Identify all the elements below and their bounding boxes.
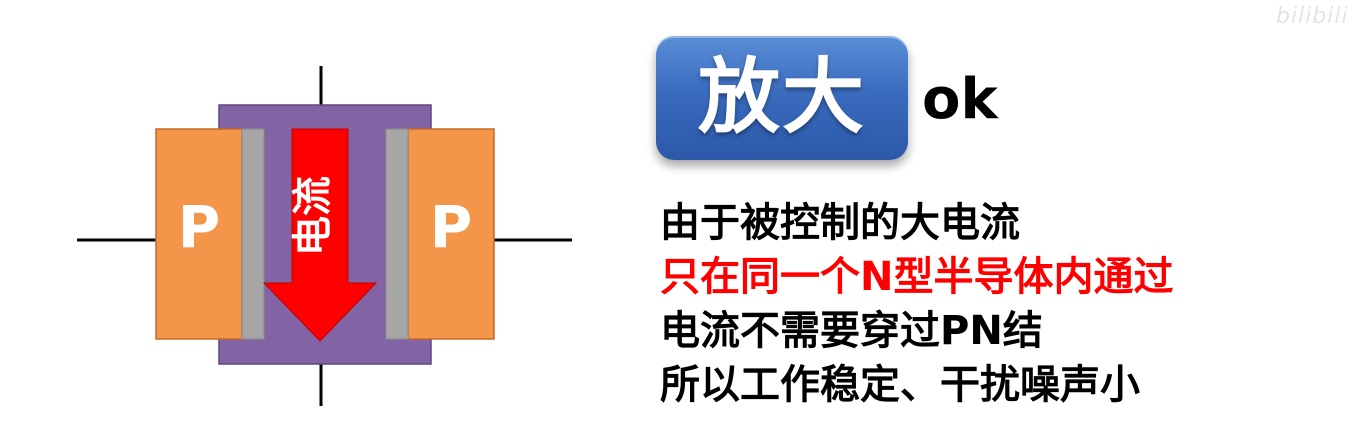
explanation-line-highlighted: 只在同一个N型半导体内通过 — [660, 254, 1174, 300]
jfet-diagram: P P 电流 — [0, 0, 620, 440]
left-p-label: P — [177, 193, 221, 261]
right-p-label: P — [429, 193, 473, 261]
slide: P P 电流 放大 ok 由于被控制的大电流 只在同一个N型半导体内通过 电流不… — [0, 0, 1366, 440]
amplify-badge: 放大 — [656, 36, 908, 160]
ok-label: ok — [922, 67, 998, 132]
explanation-list: 由于被控制的大电流 只在同一个N型半导体内通过 电流不需要穿过PN结 所以工作稳… — [660, 196, 1173, 412]
right-depletion-layer — [385, 128, 409, 340]
left-depletion-layer — [241, 128, 265, 340]
explanation-line: 由于被控制的大电流 — [660, 200, 1020, 246]
bilibili-watermark: bilibili — [1276, 4, 1349, 29]
explanation-line: 电流不需要穿过PN结 — [660, 308, 1043, 354]
current-label: 电流 — [290, 176, 336, 256]
explanation-line: 所以工作稳定、干扰噪声小 — [660, 362, 1140, 408]
amplify-badge-text: 放大 — [697, 50, 866, 145]
